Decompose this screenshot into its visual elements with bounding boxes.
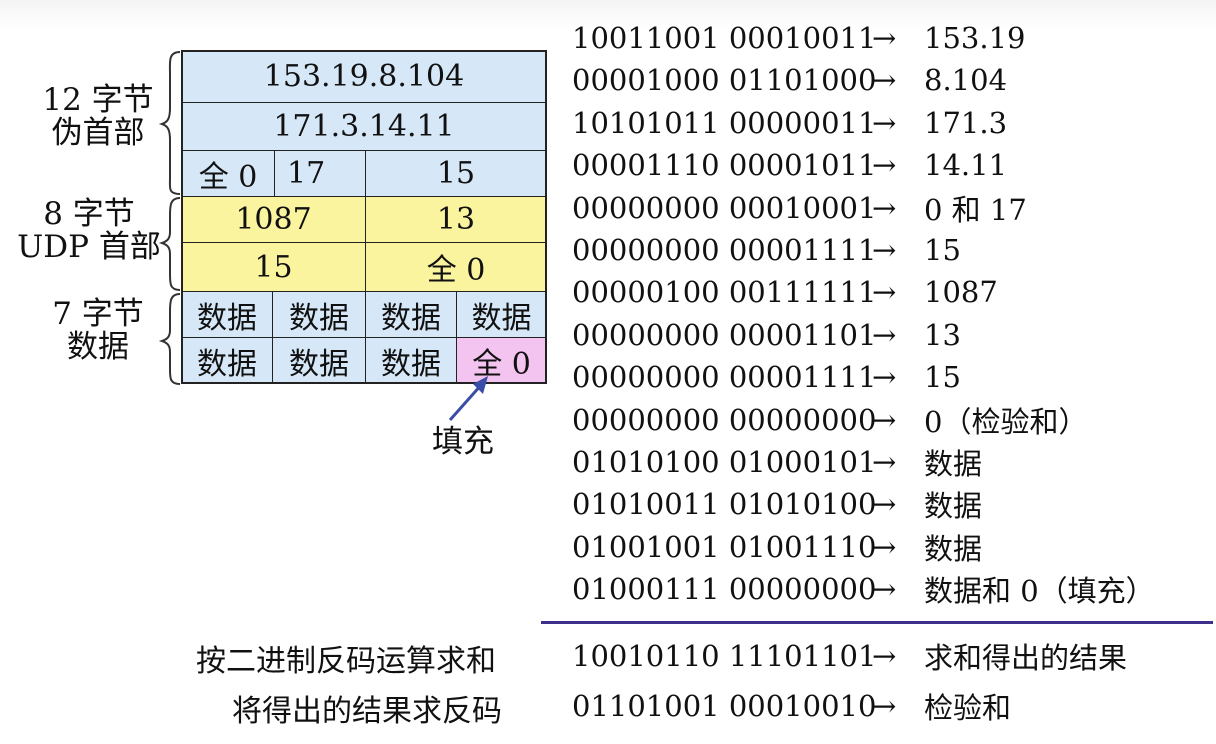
data-cell: 数据	[456, 291, 547, 338]
row-arrow: →	[872, 275, 897, 309]
checksum-row: 00000000 00000000 → 0（检验和）	[572, 400, 1087, 440]
row-result: 8.104	[924, 63, 1008, 97]
row-result: 数据和 0（填充）	[924, 574, 1155, 608]
row-result: 13	[924, 318, 961, 352]
row-result: 数据	[924, 447, 983, 481]
sum-divider	[541, 621, 1213, 624]
row-bits: 10101011 00000011	[572, 106, 877, 140]
udp-header-size: 8 字节	[43, 196, 135, 232]
row-arrow: →	[872, 403, 897, 437]
row-bits: 00001000 01101000	[572, 63, 877, 97]
row-bits: 01000111 00000000	[572, 572, 877, 606]
checksum-row: 00000000 00001111 → 15	[572, 357, 961, 397]
row-bits: 00001110 00001011	[572, 148, 877, 182]
sum-bits: 10010110 11101101	[572, 639, 877, 673]
data-brace	[158, 293, 181, 385]
checksum-row: 10101011 00000011 → 171.3	[572, 103, 1007, 143]
checksum-row: 01010011 01010100 → 数据	[572, 484, 982, 524]
row-arrow: →	[872, 148, 897, 182]
row-result: 14.11	[924, 148, 1008, 182]
checksum-row: 00000000 00001111 → 15	[572, 230, 961, 270]
checksum-row: 00000100 00111111 → 1087	[572, 272, 998, 312]
row-result: 1087	[924, 275, 998, 309]
row-result: 数据	[924, 489, 983, 523]
checksum-row: 01000111 00000000 → 数据和 0（填充）	[572, 569, 1155, 609]
row-bits: 00000000 00010001	[572, 191, 877, 225]
sum-operation-label: 按二进制反码运算求和	[196, 644, 496, 679]
data-cell: 数据	[365, 291, 457, 338]
checksum-cell: 全 0	[365, 242, 547, 292]
row-bits: 01010100 01000101	[572, 445, 877, 479]
row-arrow: →	[872, 360, 897, 394]
pseudo-header-label: 12 字节 伪首部	[28, 84, 168, 150]
row-bits: 00000000 00000000	[572, 403, 877, 437]
udp-header-label: 8 字节 UDP 首部	[4, 198, 174, 264]
row-result: 15	[924, 233, 961, 267]
checksum-row: 01001001 01001110 → 数据	[572, 527, 982, 567]
complement-bits: 01101001 00010010	[572, 689, 877, 723]
row-arrow: →	[872, 106, 897, 140]
row-bits: 01010011 01010100	[572, 487, 877, 521]
row-arrow: →	[872, 63, 897, 97]
udp-header-name: UDP 首部	[17, 228, 161, 265]
data-label: 7 字节 数据	[28, 298, 168, 364]
pseudo-header-brace	[158, 51, 181, 195]
row-bits: 00000000 00001101	[572, 318, 877, 352]
row-arrow: →	[872, 572, 897, 606]
row-arrow: →	[872, 191, 897, 225]
row-arrow: →	[872, 487, 897, 521]
dst-port-cell: 13	[365, 196, 547, 243]
row-arrow: →	[872, 530, 897, 564]
row-arrow: →	[872, 318, 897, 352]
data-cell: 数据	[181, 291, 273, 338]
checksum-row: 00001110 00001011 → 14.11	[572, 145, 1007, 185]
row-result: 0（检验和）	[924, 405, 1088, 439]
row-bits: 00000000 00001111	[572, 233, 877, 267]
length-cell: 15	[181, 242, 366, 292]
row-arrow: →	[872, 445, 897, 479]
complement-operation-label: 将得出的结果求反码	[232, 694, 502, 729]
data-cell: 数据	[272, 291, 366, 338]
complement-arrow: →	[872, 689, 897, 723]
row-bits: 01001001 01001110	[572, 530, 877, 564]
padding-label: 填充	[432, 424, 494, 460]
row-result: 15	[924, 360, 961, 394]
sum-arrow: →	[872, 639, 897, 673]
complement-result: 检验和	[924, 691, 1012, 725]
checksum-row: 00000000 00010001 → 0 和 17	[572, 188, 1027, 228]
data-size: 7 字节	[52, 296, 144, 332]
pseudo-header-name: 伪首部	[51, 114, 145, 151]
sum-result: 求和得出的结果	[924, 641, 1128, 675]
complement-row: 01101001 00010010 → 检验和	[572, 686, 1011, 726]
row-result: 171.3	[924, 106, 1008, 140]
src-ip-cell: 153.19.8.104	[181, 50, 547, 103]
row-result: 数据	[924, 532, 983, 566]
pseudo-header-size: 12 字节	[42, 82, 154, 118]
row-arrow: →	[872, 233, 897, 267]
src-port-cell: 1087	[181, 196, 366, 243]
data-cell: 数据	[181, 337, 273, 384]
protocol-cell: 17	[274, 150, 366, 197]
checksum-row: 01010100 01000101 → 数据	[572, 442, 982, 482]
row-bits: 00000100 00111111	[572, 275, 877, 309]
dst-ip-cell: 171.3.14.11	[181, 102, 547, 151]
data-cell: 数据	[272, 337, 366, 384]
row-result: 153.19	[924, 21, 1026, 55]
sum-row: 10010110 11101101 → 求和得出的结果	[572, 636, 1127, 676]
checksum-row: 10011001 00010011 → 153.19	[572, 18, 1025, 58]
checksum-row: 00001000 01101000 → 8.104	[572, 60, 1007, 100]
udp-header-brace	[158, 197, 181, 291]
data-name-label: 数据	[67, 328, 129, 365]
row-bits: 10011001 00010011	[572, 21, 877, 55]
row-arrow: →	[872, 21, 897, 55]
checksum-row: 00000000 00001101 → 13	[572, 315, 961, 355]
zero-cell: 全 0	[181, 150, 275, 197]
row-result: 0 和 17	[924, 193, 1027, 227]
row-bits: 00000000 00001111	[572, 360, 877, 394]
udp-length-cell: 15	[365, 150, 547, 197]
